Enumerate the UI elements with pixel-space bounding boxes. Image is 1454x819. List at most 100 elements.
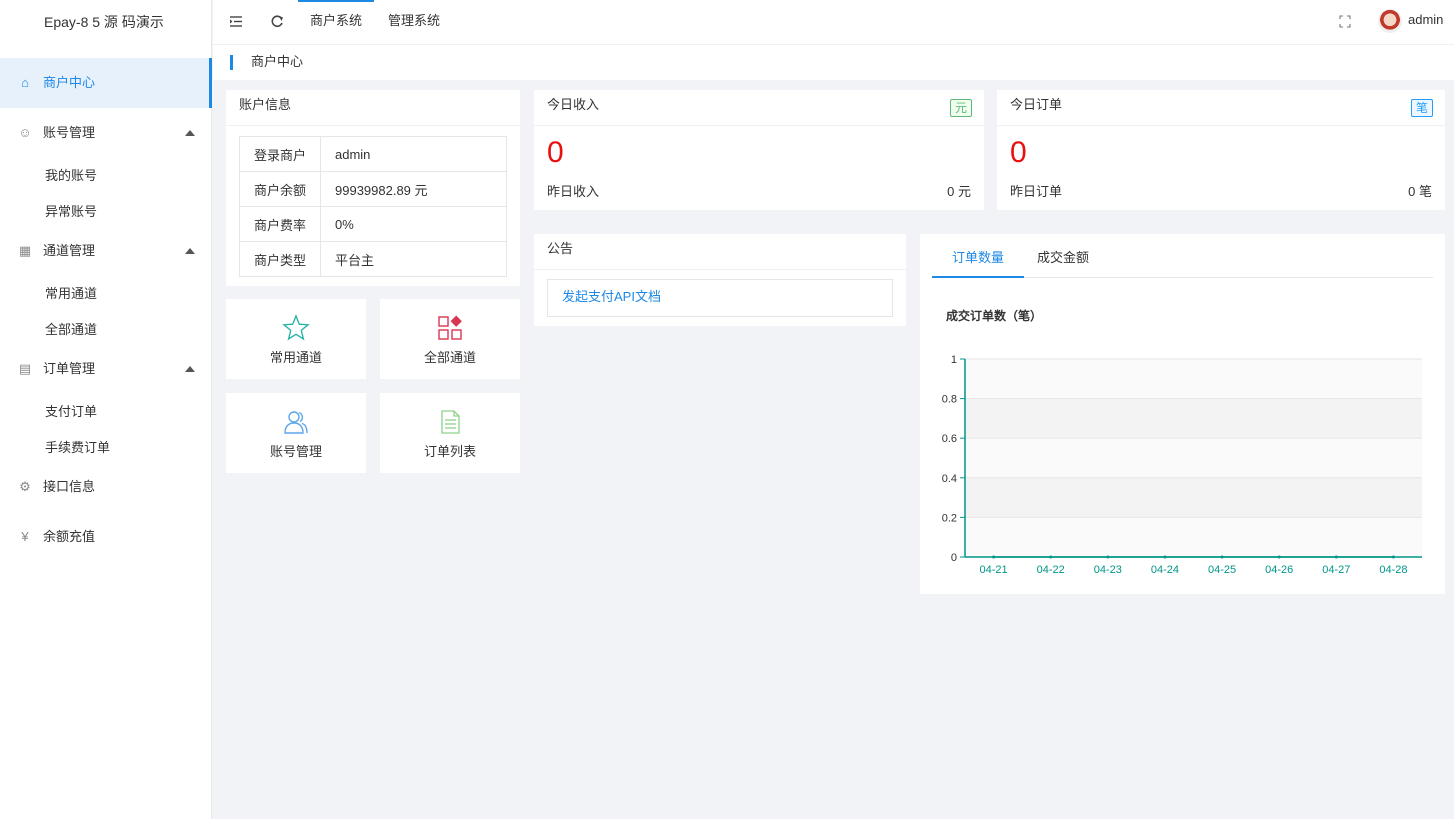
chart-y-tick-label: 1 [951,354,957,366]
sidebar-menu: ⌂ 商户中心 ☺ 账号管理 我的账号 异常账号 ▦ 通道管理 常用通道 全部通道… [0,58,212,562]
quick-label: 账号管理 [269,444,322,459]
sidebar-item-channel-mgmt[interactable]: ▦ 通道管理 [0,226,211,276]
app-logo: Epay-8 5 源 码演示 [44,14,164,30]
quick-account-mgmt-button[interactable]: 账号管理 [226,393,366,473]
today-orders-title-text: 今日订单 [1010,97,1063,112]
home-icon: ⌂ [21,75,29,90]
chart-band [965,398,1422,439]
notice-card: 公告 发起支付API文档 [534,234,906,326]
breadcrumb: 商户中心 [213,44,1454,80]
chart-band [965,359,1422,399]
chart-point [1106,555,1110,559]
yesterday-orders-value: 0 笔 [1408,184,1432,199]
yesterday-income-label: 昨日收入 [547,184,600,199]
chart-x-tick-label: 04-23 [1094,564,1122,576]
sidebar-item-api-info[interactable]: ⚙ 接口信息 [0,462,211,512]
account-row-key: 商户余额 [239,171,321,207]
chart-y-tick-label: 0.8 [942,394,957,406]
tab-order-count[interactable]: 订单数量 [932,246,1025,278]
chart-x-tick-label: 04-27 [1322,564,1350,576]
account-row: 商户类型 平台主 [239,241,507,277]
tab-deal-amount[interactable]: 成交金额 [1017,246,1109,278]
account-row: 商户余额 99939982.89 元 [239,171,507,207]
quick-label: 全部通道 [423,350,476,365]
gear-icon: ⚙ [19,479,31,494]
document-icon [380,408,520,436]
orders-line-chart: 0 0.2 0.4 0.6 0.8 1 04-21 04-22 04-23 04-24 04-25 0… [942,354,1422,576]
quick-all-channel-button[interactable]: 全部通道 [380,299,520,379]
chart-x-tick-label: 04-25 [1208,564,1236,576]
account-info-table: 登录商户 admin 商户余额 99939982.89 元商户费率 0% 商户类型 平台主 [239,136,507,277]
quick-label: 常用通道 [269,350,322,365]
quick-order-list-button[interactable]: 订单列表 [380,393,520,473]
sidebar: Epay-8 5 源 码演示 ⌂ 商户中心 ☺ 账号管理 我的账号 异常账号 ▦… [0,0,212,819]
chart-point [1049,555,1053,559]
user-name: admin [1408,12,1444,27]
sidebar-item-label: 通道管理 [43,243,96,258]
chart-band [965,477,1422,518]
today-income-title: 今日收入 元 [534,90,984,126]
chart-tabs: 订单数量 成交金额 [932,246,1433,278]
sidebar-item-merchant-center[interactable]: ⌂ 商户中心 [0,58,212,108]
yesterday-income-value: 0 元 [947,184,971,199]
quick-common-channel-button[interactable]: 常用通道 [226,299,366,379]
api-doc-link[interactable]: 发起支付API文档 [547,279,893,317]
sidebar-item-label: 接口信息 [43,479,96,494]
sidebar-item-label: 商户中心 [43,75,96,90]
caret-up-icon [185,248,195,254]
chart-y-tick-label: 0 [951,552,957,564]
sidebar-subitem-all-channel[interactable]: 全部通道 [0,312,211,348]
chart-x-tick-label: 04-22 [1037,564,1065,576]
yen-icon: ¥ [21,529,29,544]
account-row-value: 平台主 [320,241,507,277]
account-row: 商户费率 0% [239,206,507,242]
chart-x-tick-label: 04-26 [1265,564,1293,576]
sidebar-item-label: 订单管理 [43,361,96,376]
sidebar-item-label: 账号管理 [43,125,96,140]
account-row-key: 商户费率 [239,206,321,242]
fullscreen-icon[interactable] [1339,0,1351,44]
chart-point [992,555,996,559]
chart-point [1334,555,1338,559]
menu-fold-icon[interactable] [229,0,243,44]
today-income-card: 今日收入 元 0 昨日收入 0 元 [534,90,984,210]
account-row-value: admin [320,136,507,172]
today-orders-title: 今日订单 笔 [997,90,1445,126]
caret-up-icon [185,130,195,136]
sidebar-item-account-mgmt[interactable]: ☺ 账号管理 [0,108,211,158]
sidebar-subitem-fee-orders[interactable]: 手续费订单 [0,430,211,466]
chart-band [965,438,1422,478]
account-info-title: 账户信息 [226,90,520,126]
nav-merchant-system[interactable]: 商户系统 [298,0,375,44]
breadcrumb-current: 商户中心 [251,54,304,69]
account-row-value: 0% [320,206,507,242]
sidebar-item-label: 余额充值 [43,529,96,544]
chart-x-tick-label: 04-28 [1379,564,1407,576]
sidebar-subitem-abnormal-account[interactable]: 异常账号 [0,194,211,230]
top-header: 商户系统 管理系统 admin ▼ [213,0,1454,67]
users-icon [226,408,366,436]
sidebar-item-order-mgmt[interactable]: ▤ 订单管理 [0,344,211,394]
refresh-icon[interactable] [270,0,284,44]
avatar[interactable] [1378,9,1402,33]
chart-band [965,517,1422,557]
sidebar-item-recharge[interactable]: ¥ 余额充值 [0,512,211,562]
document-icon: ▤ [18,361,32,376]
chart-y-tick-label: 0.2 [942,512,957,524]
breadcrumb-marker [230,55,233,70]
today-income-title-text: 今日收入 [547,97,600,112]
yesterday-orders-label: 昨日订单 [1010,184,1063,199]
sidebar-subitem-pay-orders[interactable]: 支付订单 [0,394,211,430]
star-icon [226,314,366,342]
account-info-card: 账户信息 登录商户 admin 商户余额 99939982.89 元商户费率 0% 商户类… [226,90,520,286]
chart-title: 成交订单数（笔） [946,309,1043,323]
today-income-value: 0 [547,136,564,169]
nav-admin-system[interactable]: 管理系统 [376,0,452,44]
account-row-key: 商户类型 [239,241,321,277]
bi-badge: 笔 [1410,99,1433,117]
chart-point [1277,555,1281,559]
sidebar-subitem-common-channel[interactable]: 常用通道 [0,276,211,312]
chart-card: 订单数量 成交金额 成交订单数（笔） 0 0.2 0.4 0.6 0.8 1 04-21 04… [920,234,1445,594]
sidebar-subitem-my-account[interactable]: 我的账号 [0,158,211,194]
apps-grid-icon [380,314,520,342]
